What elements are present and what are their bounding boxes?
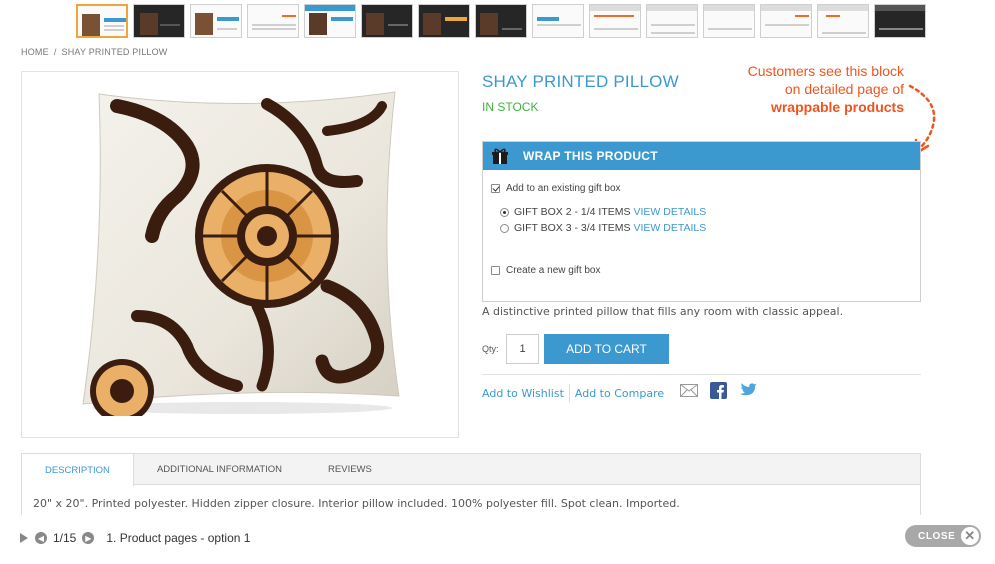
thumbnail-10[interactable] [589, 4, 641, 38]
gift-box-option-2[interactable]: GIFT BOX 3 - 3/4 ITEMS VIEW DETAILS [500, 222, 706, 234]
breadcrumb-current: SHAY PRINTED PILLOW [61, 47, 168, 57]
wrap-block-title: WRAP THIS PRODUCT [523, 149, 658, 163]
tab-additional-information[interactable]: ADDITIONAL INFORMATION [134, 454, 305, 484]
twitter-icon[interactable] [739, 383, 757, 398]
thumbnail-2[interactable] [133, 4, 185, 38]
product-actions: Add to Wishlist Add to Compare [482, 384, 664, 402]
new-box-checkbox[interactable] [491, 266, 500, 275]
gift-box-label-1: GIFT BOX 2 - 1/4 ITEMS [514, 206, 631, 218]
next-icon[interactable]: ▶ [82, 532, 95, 544]
callout-line-2: on detailed page of [784, 81, 904, 97]
annotation-callout: Customers see this block on detailed pag… [700, 62, 904, 116]
thumbnail-5[interactable] [304, 4, 356, 38]
callout-line-1: Customers see this block [747, 63, 904, 79]
breadcrumb-separator: / [53, 47, 57, 57]
slide-title: 1. Product pages - option 1 [106, 531, 251, 545]
slide-counter: 1/15 [53, 531, 77, 545]
tab-reviews[interactable]: REVIEWS [305, 454, 395, 484]
product-title: SHAY PRINTED PILLOW [482, 72, 679, 91]
add-to-wishlist-link[interactable]: Add to Wishlist [482, 387, 564, 400]
breadcrumb: HOME / SHAY PRINTED PILLOW [21, 47, 168, 57]
wrap-block-header: WRAP THIS PRODUCT [483, 142, 920, 170]
callout-line-3: wrappable products [700, 98, 904, 116]
product-image [82, 91, 400, 416]
thumbnail-14[interactable] [817, 4, 869, 38]
thumbnail-9[interactable] [532, 4, 584, 38]
wrap-product-block: WRAP THIS PRODUCT Add to an existing gif… [482, 141, 921, 302]
prev-icon[interactable]: ◀ [35, 532, 47, 544]
link-separator [568, 384, 570, 402]
product-image-frame [21, 71, 459, 438]
thumbnail-8[interactable] [475, 4, 527, 38]
existing-box-label: Add to an existing gift box [506, 183, 621, 194]
facebook-icon[interactable] [710, 382, 727, 399]
close-icon[interactable]: ✕ [961, 527, 979, 545]
thumbnail-11[interactable] [646, 4, 698, 38]
thumbnail-4[interactable] [247, 4, 299, 38]
qty-label: Qty: [482, 344, 499, 354]
thumbnail-strip [76, 4, 926, 38]
new-box-option[interactable]: Create a new gift box [491, 265, 601, 276]
gift-box-option-1[interactable]: GIFT BOX 2 - 1/4 ITEMS VIEW DETAILS [500, 206, 706, 218]
thumbnail-15[interactable] [874, 4, 926, 38]
new-box-label: Create a new gift box [506, 265, 601, 276]
add-to-cart-button[interactable]: ADD TO CART [544, 334, 669, 364]
thumbnail-6[interactable] [361, 4, 413, 38]
thumbnail-3[interactable] [190, 4, 242, 38]
gift-box-radio-2[interactable] [500, 223, 509, 233]
tab-description[interactable]: DESCRIPTION [22, 454, 134, 486]
slideshow-nav: ◀ 1/15 ▶ 1. Product pages - option 1 [20, 531, 250, 545]
short-description: A distinctive printed pillow that fills … [482, 305, 844, 318]
existing-box-option[interactable]: Add to an existing gift box [491, 183, 621, 194]
mail-icon[interactable] [680, 384, 698, 397]
add-to-compare-link[interactable]: Add to Compare [575, 387, 664, 400]
view-details-link-2[interactable]: VIEW DETAILS [634, 222, 707, 234]
callout-emphasis: wrappable products [770, 99, 904, 115]
existing-box-checkbox[interactable] [491, 184, 500, 193]
gift-icon [492, 148, 508, 164]
breadcrumb-home[interactable]: HOME [21, 47, 49, 57]
thumbnail-7[interactable] [418, 4, 470, 38]
play-icon[interactable] [20, 533, 28, 543]
thumbnail-12[interactable] [703, 4, 755, 38]
view-details-link-1[interactable]: VIEW DETAILS [634, 206, 707, 218]
thumbnail-13[interactable] [760, 4, 812, 38]
social-share [680, 382, 757, 399]
thumbnail-1[interactable] [76, 4, 128, 38]
tab-bar: DESCRIPTION ADDITIONAL INFORMATION REVIE… [22, 454, 920, 486]
gift-box-label-2: GIFT BOX 3 - 3/4 ITEMS [514, 222, 631, 234]
gift-box-radio-1[interactable] [500, 207, 509, 217]
close-button[interactable]: CLOSE ✕ [905, 525, 981, 547]
stock-status: IN STOCK [482, 100, 539, 114]
close-label: CLOSE [918, 530, 956, 542]
divider [482, 374, 921, 375]
qty-input[interactable] [506, 334, 539, 364]
